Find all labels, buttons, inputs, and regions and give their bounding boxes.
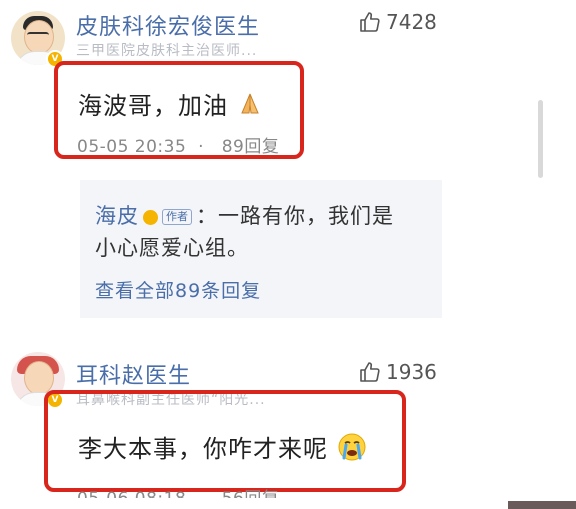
author-tag: 作者 (162, 209, 192, 225)
like-count: 7428 (386, 10, 437, 34)
comment-time: 05-05 20:35 (77, 137, 187, 157)
reply-count[interactable]: 56回复 (222, 489, 280, 498)
reply-count[interactable]: 89回复 (222, 137, 280, 157)
like-button[interactable]: 7428 (358, 10, 437, 34)
comment-meta: 05-06 08:18 56回复 (77, 484, 279, 498)
praying-hands-icon (237, 91, 263, 123)
scrollbar[interactable] (538, 100, 543, 178)
comment-author[interactable]: 皮肤科徐宏俊医生 (76, 9, 260, 41)
view-all-replies-link[interactable]: 查看全部89条回复 (95, 276, 261, 303)
comment-author[interactable]: 耳科赵医生 (76, 358, 191, 390)
crying-face-icon (337, 432, 367, 468)
thumbs-up-icon (358, 10, 382, 34)
like-count: 1936 (386, 360, 437, 384)
comment-text: 海波哥，加油 (78, 86, 263, 123)
comment-meta: 05-05 20:35 · 89回复 (77, 137, 280, 157)
comment-time: 05-06 08:18 (77, 489, 186, 498)
like-button[interactable]: 1936 (358, 360, 437, 384)
reply-author[interactable]: 海皮 (95, 204, 139, 228)
comment-text: 李大本事，你咋才来呢 (78, 429, 367, 468)
thumbs-up-icon (358, 360, 382, 384)
author-subtitle: 三甲医院皮肤科主治医师... (76, 43, 258, 58)
verified-badge-icon (143, 209, 158, 225)
reply-text: 海皮 作者 ：一路有你，我们是 小心愿爱心组。 (95, 204, 394, 260)
corner-thumbnail (508, 501, 576, 509)
